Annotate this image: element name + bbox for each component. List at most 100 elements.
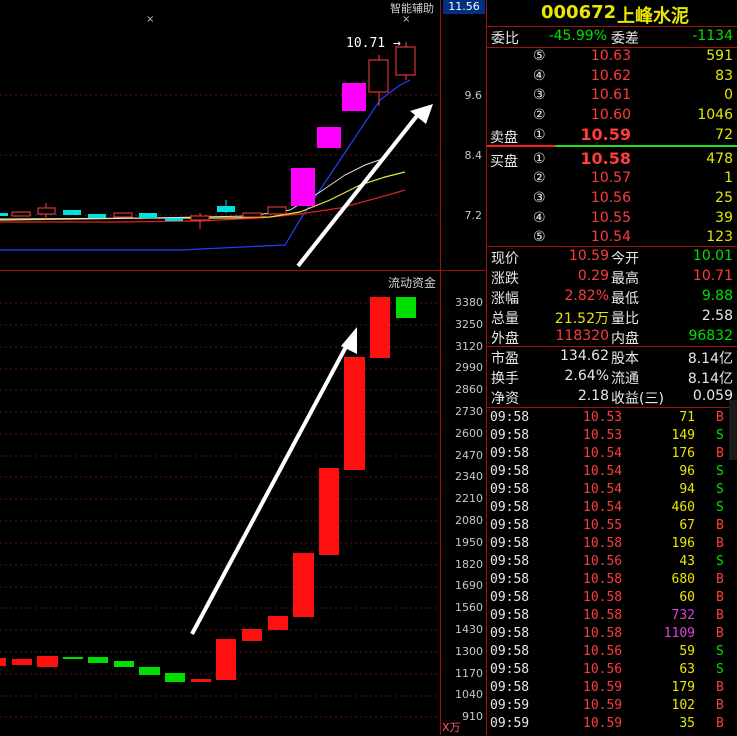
- tick-row[interactable]: 09:58 10.54 460 S: [487, 500, 737, 518]
- buy-level-row[interactable]: ② 10.57 1: [487, 170, 737, 188]
- trend-arrow-kline: [296, 110, 422, 268]
- tick-side: B: [716, 590, 724, 605]
- tick-side: S: [716, 464, 724, 479]
- tick-scrollbar[interactable]: [729, 400, 737, 460]
- fund-label: 净资: [491, 391, 519, 407]
- level-index: ⑤: [533, 229, 546, 246]
- buy-level-row[interactable]: 买盘 ① 10.58 478: [487, 149, 737, 170]
- stat-label: 总量: [491, 311, 519, 327]
- stat-label: 涨幅: [491, 291, 519, 307]
- tick-row[interactable]: 09:58 10.58 732 B: [487, 608, 737, 626]
- tick-time: 09:58: [490, 680, 530, 695]
- tick-side: B: [716, 698, 724, 713]
- tick-time: 09:58: [490, 608, 530, 623]
- fund-value: 0.059: [692, 388, 733, 404]
- tick-price: 10.54: [583, 482, 623, 497]
- level-index: ②: [533, 170, 546, 187]
- level-index: ③: [533, 189, 546, 206]
- tick-row[interactable]: 09:58 10.53 71 B: [487, 410, 737, 428]
- tick-row[interactable]: 09:58 10.56 63 S: [487, 662, 737, 680]
- tick-row[interactable]: 09:59 10.59 102 B: [487, 698, 737, 716]
- stat-value: 21.52万: [554, 311, 609, 327]
- sell-level-row[interactable]: ② 10.60 1046: [487, 107, 737, 125]
- fund-row: 净资 2.18 收益(三) 0.059: [487, 388, 737, 407]
- tick-row[interactable]: 09:58 10.58 60 B: [487, 590, 737, 608]
- tick-price: 10.59: [583, 716, 623, 731]
- tick-side: S: [716, 662, 724, 677]
- fund-label: 收益(三): [611, 391, 664, 407]
- level-index: ④: [533, 67, 546, 84]
- tick-price: 10.58: [583, 608, 623, 623]
- tick-volume: 149: [671, 428, 695, 443]
- tick-row[interactable]: 09:58 10.54 94 S: [487, 482, 737, 500]
- stat-label: 最低: [611, 291, 639, 307]
- tick-price: 10.53: [583, 428, 623, 443]
- tick-volume: 102: [671, 698, 695, 713]
- tick-row[interactable]: 09:58 10.58 1109 B: [487, 626, 737, 644]
- flow-scale-label: 2860: [455, 383, 483, 397]
- flow-scale-label: 3250: [455, 317, 483, 331]
- level-volume: 591: [706, 48, 733, 64]
- tick-row[interactable]: 09:58 10.56 59 S: [487, 644, 737, 662]
- stat-value: 96832: [688, 328, 733, 344]
- stat-value: 9.88: [701, 288, 733, 304]
- tick-price: 10.55: [583, 518, 623, 533]
- stat-value: 2.58: [701, 308, 733, 324]
- flow-scale-label: 2990: [455, 361, 483, 375]
- stat-row: 总量 21.52万 量比 2.58: [487, 308, 737, 327]
- stats-block: 现价 10.59 今开 10.01 涨跌 0.29 最高 10.71 涨幅 2.82% 最低 9.88…: [487, 246, 737, 347]
- tick-row[interactable]: 09:58 10.54 96 S: [487, 464, 737, 482]
- tick-time: 09:58: [490, 590, 530, 605]
- flow-scale-label: 1170: [455, 666, 483, 680]
- tick-price: 10.58: [583, 536, 623, 551]
- tick-row[interactable]: 09:58 10.58 680 B: [487, 572, 737, 590]
- level-price: 10.57: [590, 170, 631, 187]
- sell-level-row[interactable]: ④ 10.62 83: [487, 68, 737, 86]
- sell-level-row[interactable]: ⑤ 10.63 591: [487, 48, 737, 66]
- tick-time: 09:58: [490, 500, 530, 515]
- fund-value: 2.64%: [564, 368, 609, 384]
- smart-assist-label[interactable]: 智能辅助: [390, 0, 434, 16]
- tick-price: 10.58: [583, 572, 623, 587]
- stat-row: 现价 10.59 今开 10.01: [487, 248, 737, 267]
- tick-side: S: [716, 554, 724, 569]
- fund-row: 换手 2.64% 流通 8.14亿: [487, 368, 737, 387]
- level-price: 10.60: [590, 107, 631, 124]
- level-price: 10.62: [590, 67, 631, 84]
- level-volume: 1046: [697, 107, 733, 124]
- kline-scale-7-2: 7.2: [464, 209, 483, 222]
- fund-value: 134.62: [560, 348, 609, 364]
- flow-scale-label: 1950: [455, 535, 483, 549]
- stat-label: 最高: [611, 271, 639, 287]
- tick-side: B: [716, 716, 724, 731]
- level-volume: 72: [715, 126, 733, 143]
- sell-level-row[interactable]: 卖盘 ① 10.59 72: [487, 124, 737, 146]
- tick-volume: 67: [679, 518, 695, 533]
- tick-row[interactable]: 09:58 10.56 43 S: [487, 554, 737, 572]
- level-index: ②: [533, 107, 546, 124]
- tick-price: 10.54: [583, 464, 623, 479]
- tick-list[interactable]: 09:58 10.53 71 B 09:58 10.53 149 S 09:58 10.54 176…: [487, 407, 737, 736]
- buy-level-row[interactable]: ④ 10.55 39: [487, 210, 737, 228]
- flow-scale-label: 2210: [455, 492, 483, 506]
- tick-time: 09:58: [490, 482, 530, 497]
- level-volume: 25: [715, 189, 733, 206]
- tick-row[interactable]: 09:59 10.59 35 B: [487, 716, 737, 734]
- tick-row[interactable]: 09:58 10.53 149 S: [487, 428, 737, 446]
- tick-price: 10.54: [583, 446, 623, 461]
- flow-scale-label: 1690: [455, 579, 483, 593]
- tick-row[interactable]: 09:58 10.58 196 B: [487, 536, 737, 554]
- commission-ratio-value: -45.99%: [548, 28, 607, 44]
- tick-row[interactable]: 09:58 10.55 67 B: [487, 518, 737, 536]
- tick-side: B: [716, 680, 724, 695]
- flow-scale-label: 1300: [455, 644, 483, 658]
- buy-level-row[interactable]: ③ 10.56 25: [487, 190, 737, 208]
- tick-row[interactable]: 09:58 10.59 179 B: [487, 680, 737, 698]
- level-price: 10.59: [580, 124, 631, 144]
- sell-level-row[interactable]: ③ 10.61 0: [487, 87, 737, 105]
- tick-time: 09:58: [490, 428, 530, 443]
- tick-volume: 176: [671, 446, 695, 461]
- flow-scale-label: 2600: [455, 426, 483, 440]
- tick-row[interactable]: 09:58 10.54 176 B: [487, 446, 737, 464]
- buy-level-row[interactable]: ⑤ 10.54 123: [487, 229, 737, 247]
